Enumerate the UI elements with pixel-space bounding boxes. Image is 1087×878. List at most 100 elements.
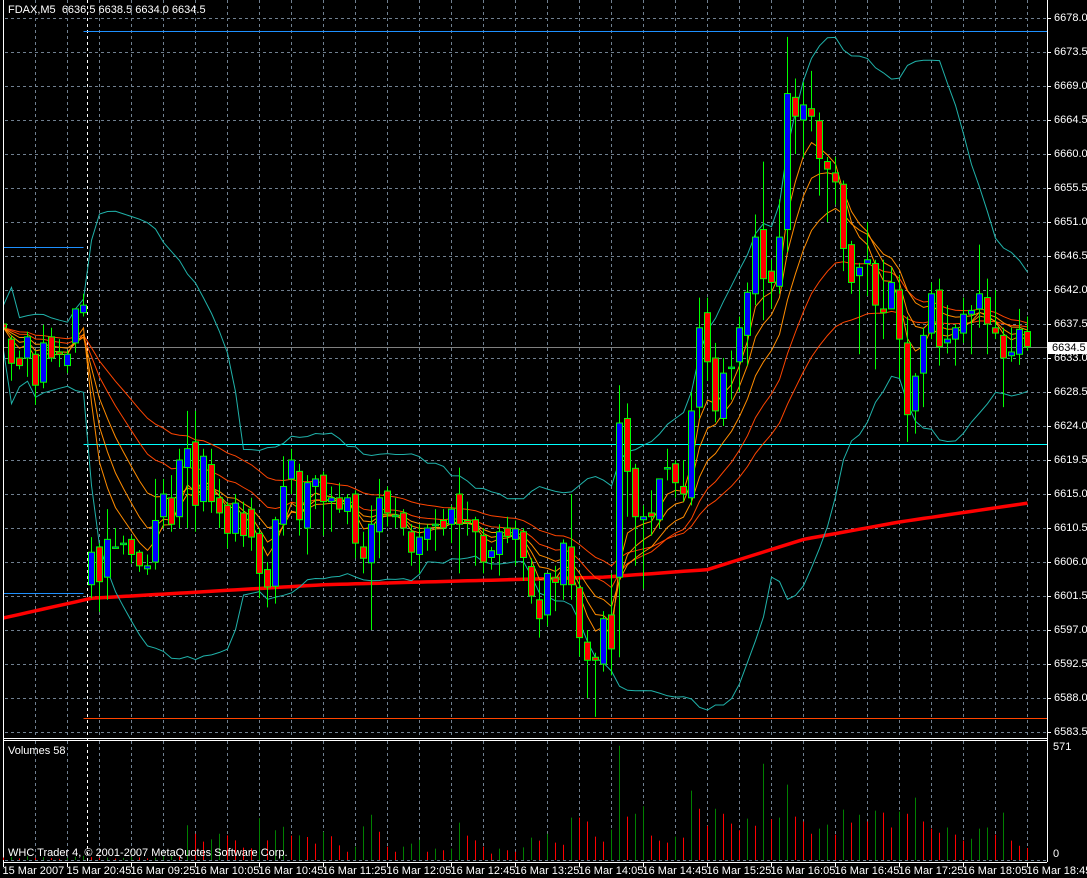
bear-candle-body: [520, 531, 527, 558]
chart-title: FDAX,M5 6636.5 6638.5 6634.0 6634.5: [8, 4, 206, 16]
bull-candle-body: [176, 459, 183, 518]
time-axis-label: 15 Mar 20:45: [66, 865, 132, 877]
bull-candle-body: [448, 508, 455, 525]
bull-candle-body: [864, 259, 871, 265]
time-axis-label: 15 Mar 2007: [2, 865, 65, 877]
bull-candle-body: [416, 536, 423, 555]
price-axis-label: 6619.5: [1054, 454, 1087, 467]
bear-candle-body: [680, 485, 687, 495]
bull-candle-body: [944, 338, 951, 344]
bear-candle-body: [224, 504, 231, 534]
time-axis-label: 16 Mar 10:45: [258, 865, 324, 877]
bear-candle-body: [128, 538, 135, 555]
bear-candle-body: [536, 599, 543, 620]
price-axis-label: 6651.0: [1054, 216, 1087, 228]
bull-candle-body: [928, 293, 935, 334]
bear-candle-body: [936, 289, 943, 348]
price-axis-label: 6583.5: [1054, 726, 1087, 739]
bull-candle-body: [960, 313, 967, 334]
bear-candle-body: [320, 474, 327, 503]
bear-candle-body: [608, 614, 615, 650]
bull-candle-body: [688, 410, 695, 499]
time-axis-label: 16 Mar 09:25: [130, 865, 196, 877]
time-axis-label: 16 Mar 11:25: [322, 865, 387, 877]
bear-candle-body: [832, 172, 839, 183]
bull-candle-body: [232, 502, 239, 534]
bull-candle-body: [304, 482, 311, 529]
candle: [200, 448, 207, 512]
bull-candle-body: [24, 336, 31, 359]
bear-candle-body: [840, 183, 847, 249]
bull-candle-body: [920, 334, 927, 374]
bull-candle-body: [744, 291, 751, 336]
bull-candle-body: [616, 422, 623, 578]
bear-candle-body: [216, 497, 223, 514]
bear-candle-body: [136, 551, 143, 567]
bear-candle-body: [648, 512, 655, 518]
price-axis-label: 6673.5: [1054, 46, 1087, 58]
bull-candle-body: [1008, 351, 1015, 357]
bear-candle-body: [552, 577, 559, 583]
bear-candle-body: [896, 289, 903, 340]
time-axis-label: 16 Mar 12:45: [450, 865, 516, 877]
time-axis-label: 16 Mar 18:05: [962, 865, 1028, 877]
time-axis-label: 16 Mar 16:05: [770, 865, 836, 877]
symbol-label: FDAX,M5: [8, 4, 56, 16]
bull-candle-body: [736, 327, 743, 363]
bear-candle-body: [760, 229, 767, 280]
bull-candle-body: [656, 478, 663, 521]
bear-candle-body: [336, 497, 343, 510]
bear-candle-body: [768, 270, 775, 283]
bull-candle-body: [424, 527, 431, 540]
bull-candle-body: [856, 266, 863, 277]
bull-candle-body: [200, 455, 207, 503]
bear-candle-body: [504, 527, 511, 537]
bull-candle-body: [64, 353, 71, 367]
bear-candle-body: [56, 351, 63, 355]
price-axis-label: 6615.0: [1054, 488, 1087, 501]
bull-candle-body: [88, 551, 95, 586]
bear-candle-body: [848, 244, 855, 283]
bull-candle-body: [376, 497, 383, 533]
bear-candle-body: [8, 338, 15, 364]
bear-candle-body: [248, 508, 255, 538]
bear-candle-body: [592, 656, 599, 661]
time-axis-label: 16 Mar 14:05: [578, 865, 644, 877]
bull-candle-body: [112, 546, 119, 549]
bear-candle-body: [704, 312, 711, 363]
bear-candle-body: [712, 357, 719, 412]
price-chart[interactable]: [0, 0, 1087, 878]
bull-candle-body: [312, 478, 319, 487]
price-axis-label: 6624.0: [1054, 420, 1087, 433]
bear-candle-body: [296, 470, 303, 521]
bear-candle-body: [208, 464, 215, 503]
bear-candle-body: [672, 463, 679, 484]
bear-candle-body: [904, 342, 911, 416]
candle: [600, 611, 607, 672]
bear-candle-body: [32, 353, 39, 386]
bull-candle-body: [184, 448, 191, 469]
bull-candle-body: [392, 514, 399, 518]
bull-candle-body: [328, 497, 335, 503]
bear-candle-body: [872, 263, 879, 306]
bear-candle-body: [992, 327, 999, 334]
bull-candle-body: [776, 236, 783, 287]
time-axis-label: 16 Mar 16:45: [834, 865, 900, 877]
bull-candle-body: [152, 519, 159, 563]
price-axis-label: 6646.5: [1054, 250, 1087, 262]
bull-candle-body: [1016, 328, 1023, 355]
bull-candle-body: [144, 565, 151, 570]
price-axis-label: 6660.0: [1054, 148, 1087, 160]
copyright-text: WHC Trader 4, © 2001-2007 MetaQuotes Sof…: [8, 847, 288, 859]
bear-candle-body: [384, 490, 391, 514]
bear-candle-body: [824, 161, 831, 170]
bear-candle-body: [360, 546, 367, 559]
bull-candle-body: [280, 485, 287, 525]
bull-candle-body: [912, 375, 919, 412]
time-axis-label: 16 Mar 18:45: [1026, 865, 1087, 877]
price-axis-label: 6633.0: [1054, 352, 1087, 365]
bear-candle-body: [528, 566, 535, 597]
ohlc-readout: 6636.5 6638.5 6634.0 6634.5: [61, 4, 206, 16]
bull-candle-body: [40, 342, 47, 383]
price-axis-label: 6628.5: [1054, 386, 1087, 399]
